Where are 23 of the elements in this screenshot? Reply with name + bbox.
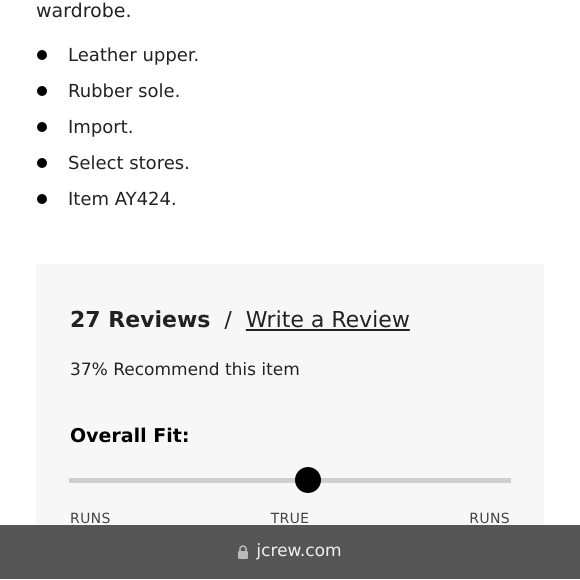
- bullet-icon: [37, 122, 47, 132]
- fit-scale-label: RUNS: [469, 510, 510, 529]
- feature-text: Item AY424.: [68, 188, 177, 212]
- bullet-icon: [37, 50, 47, 60]
- feature-text: Leather upper.: [68, 44, 200, 68]
- url-text[interactable]: jcrew.com: [256, 539, 342, 565]
- slider-thumb[interactable]: [294, 467, 321, 493]
- fit-slider[interactable]: [69, 467, 511, 493]
- bullet-icon: [37, 86, 47, 96]
- fit-scale-label: RUNS: [70, 510, 111, 529]
- review-count: 27 Reviews: [70, 307, 210, 335]
- separator: /: [224, 307, 232, 335]
- lock-icon: [238, 545, 248, 559]
- feature-text: Import.: [68, 116, 134, 140]
- bullet-icon: [37, 194, 47, 204]
- recommend-text: 37% Recommend this item: [70, 359, 301, 382]
- fit-label: Overall Fit:: [70, 424, 190, 448]
- feature-text: Select stores.: [68, 152, 190, 176]
- write-review-link[interactable]: Write a Review: [246, 304, 410, 337]
- bullet-icon: [37, 158, 47, 168]
- description-text: wardrobe.: [36, 0, 133, 23]
- feature-text: Rubber sole.: [68, 80, 180, 104]
- fit-scale-label: TRUE: [270, 510, 310, 529]
